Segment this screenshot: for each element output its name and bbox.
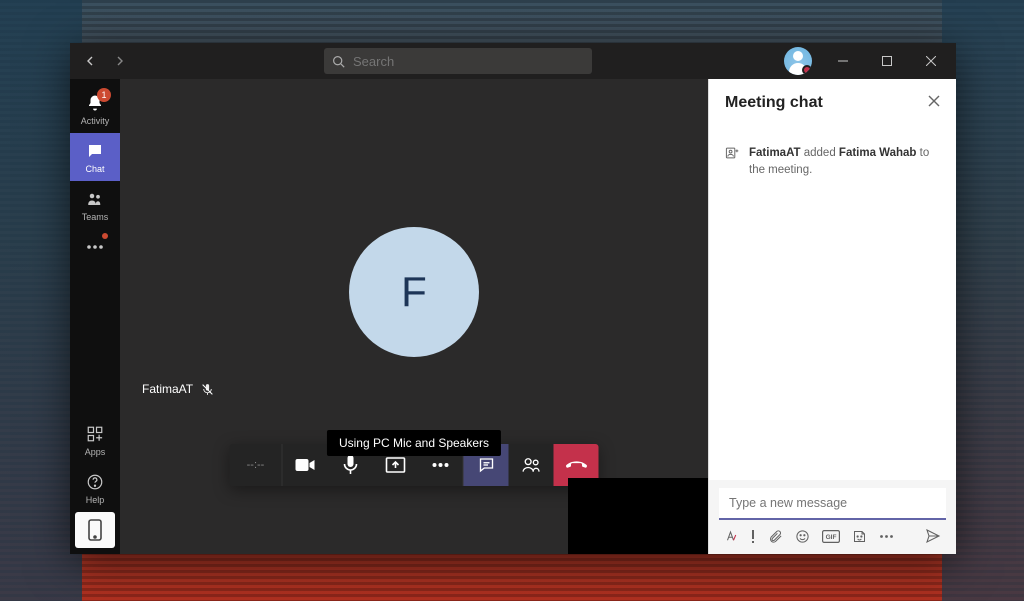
rail-label: Apps xyxy=(85,447,106,457)
meeting-chat-panel: Meeting chat FatimaAT added Fatima Wahab… xyxy=(708,79,956,554)
rail-label: Activity xyxy=(81,116,110,126)
rail-chat[interactable]: Chat xyxy=(70,133,120,181)
compose-input[interactable] xyxy=(719,488,946,520)
paperclip-icon xyxy=(768,529,783,544)
audio-device-tooltip: Using PC Mic and Speakers xyxy=(327,430,501,456)
close-button[interactable] xyxy=(910,45,952,77)
camera-toggle-button[interactable] xyxy=(283,444,328,486)
gif-icon: GIF xyxy=(822,530,840,543)
help-icon xyxy=(84,471,106,493)
sticker-icon xyxy=(852,529,867,544)
teams-app-window: 1 Activity Chat Teams xyxy=(70,43,956,554)
chat-bubble-icon xyxy=(477,456,495,474)
hangup-icon xyxy=(565,459,587,471)
self-view-placeholder xyxy=(568,478,708,554)
emoji-button[interactable] xyxy=(795,529,810,544)
svg-text:GIF: GIF xyxy=(826,534,837,541)
participant-name-text: FatimaAT xyxy=(142,382,193,396)
rail-download-mobile[interactable] xyxy=(75,512,115,548)
participant-avatar: F xyxy=(349,227,479,357)
rail-activity[interactable]: 1 Activity xyxy=(70,85,120,133)
participants-button[interactable] xyxy=(509,444,554,486)
participant-name-tag: FatimaAT xyxy=(142,382,214,396)
sticker-button[interactable] xyxy=(852,529,867,544)
chat-message-list: FatimaAT added Fatima Wahab to the meeti… xyxy=(709,127,956,480)
back-button[interactable] xyxy=(78,49,102,73)
chat-icon xyxy=(84,140,106,162)
mic-icon xyxy=(342,455,358,475)
participant-initial: F xyxy=(401,268,427,316)
attach-button[interactable] xyxy=(768,529,783,544)
compose-toolbar: GIF xyxy=(719,520,946,544)
presence-busy-icon xyxy=(802,65,812,75)
chat-verb: added xyxy=(801,147,839,159)
chat-title: Meeting chat xyxy=(725,94,823,112)
emoji-icon xyxy=(795,529,810,544)
compose-more-button[interactable] xyxy=(879,534,894,539)
chat-header: Meeting chat xyxy=(709,79,956,127)
format-button[interactable] xyxy=(723,529,738,544)
send-button[interactable] xyxy=(924,528,942,544)
rail-label: Teams xyxy=(82,212,109,222)
meeting-stage: F FatimaAT Using PC Mic and Speakers --:… xyxy=(120,79,708,554)
apps-icon xyxy=(84,423,106,445)
mic-off-icon xyxy=(201,383,214,396)
send-icon xyxy=(924,528,942,544)
maximize-button[interactable] xyxy=(866,45,908,77)
person-add-icon xyxy=(725,146,739,180)
more-icon xyxy=(879,534,894,539)
search-icon xyxy=(332,55,345,68)
forward-button[interactable] xyxy=(108,49,132,73)
more-icon xyxy=(431,462,449,468)
mobile-icon xyxy=(88,519,102,541)
call-duration: --:-- xyxy=(230,444,282,486)
rail-label: Chat xyxy=(85,164,104,174)
app-rail: 1 Activity Chat Teams xyxy=(70,79,120,554)
gif-button[interactable]: GIF xyxy=(822,530,840,543)
minimize-button[interactable] xyxy=(822,45,864,77)
format-icon xyxy=(723,529,738,544)
profile-avatar[interactable] xyxy=(784,47,812,75)
chat-subject: Fatima Wahab xyxy=(839,147,917,159)
more-icon xyxy=(84,236,106,258)
exclaim-icon xyxy=(750,529,756,544)
rail-help[interactable]: Help xyxy=(70,464,120,512)
chat-actor: FatimaAT xyxy=(749,147,801,159)
people-icon xyxy=(521,457,541,473)
rail-teams[interactable]: Teams xyxy=(70,181,120,229)
notification-dot-icon xyxy=(102,233,108,239)
system-message: FatimaAT added Fatima Wahab to the meeti… xyxy=(725,145,940,180)
activity-badge: 1 xyxy=(97,88,111,102)
close-icon xyxy=(928,95,940,107)
rail-label: Help xyxy=(86,495,105,505)
titlebar xyxy=(70,43,956,79)
rail-more[interactable] xyxy=(70,229,120,265)
chat-compose-area: GIF xyxy=(709,480,956,554)
camera-icon xyxy=(295,458,315,472)
close-chat-button[interactable] xyxy=(928,94,940,112)
share-icon xyxy=(385,457,405,473)
rail-apps[interactable]: Apps xyxy=(70,416,120,464)
search-input[interactable] xyxy=(353,54,584,69)
system-message-text: FatimaAT added Fatima Wahab to the meeti… xyxy=(749,145,940,180)
teams-icon xyxy=(84,188,106,210)
search-box[interactable] xyxy=(324,48,592,74)
priority-button[interactable] xyxy=(750,529,756,544)
